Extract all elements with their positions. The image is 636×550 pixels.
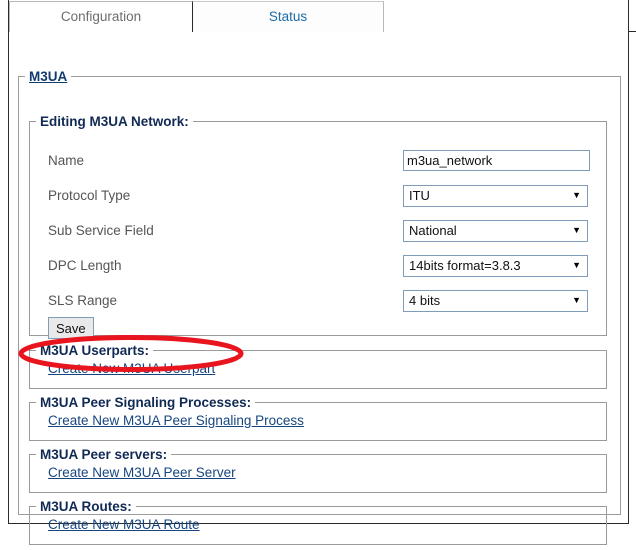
- m3ua-panel: M3UA Editing M3UA Network: Name Protocol…: [18, 69, 621, 545]
- label-sub-service-field: Sub Service Field: [48, 223, 154, 238]
- tab-configuration[interactable]: Configuration: [9, 1, 193, 32]
- create-new-m3ua-userpart-link[interactable]: Create New M3UA Userpart: [48, 361, 215, 376]
- label-name: Name: [48, 153, 85, 168]
- sls-range-value: 4 bits: [409, 293, 441, 308]
- create-new-m3ua-peer-server-link[interactable]: Create New M3UA Peer Server: [48, 465, 236, 480]
- page-frame: M3UA Editing M3UA Network: Name Protocol…: [8, 0, 629, 545]
- tab-configuration-label: Configuration: [60, 9, 142, 24]
- m3ua-routes-legend: M3UA Routes:: [40, 499, 132, 514]
- create-new-m3ua-peer-signaling-process-link[interactable]: Create New M3UA Peer Signaling Process: [48, 413, 304, 428]
- m3ua-peer-servers-legend: M3UA Peer servers:: [40, 447, 168, 462]
- sls-range-select[interactable]: 4 bits ▼: [403, 289, 588, 312]
- editing-m3ua-network-section: Editing M3UA Network: Name Protocol Type…: [29, 114, 607, 339]
- form-row-dpc-length: DPC Length 14bits format=3.8.3 ▼: [30, 248, 606, 283]
- chevron-down-icon: ▼: [572, 190, 581, 200]
- m3ua-routes-section: M3UA Routes: Create New M3UA Route: [29, 499, 607, 545]
- save-row: Save: [48, 317, 94, 339]
- save-button[interactable]: Save: [48, 317, 94, 339]
- m3ua-peer-signaling-processes-legend: M3UA Peer Signaling Processes:: [40, 395, 252, 410]
- m3ua-userparts-section: M3UA Userparts: Create New M3UA Userpart: [29, 343, 607, 389]
- m3ua-peer-signaling-processes-section: M3UA Peer Signaling Processes: Create Ne…: [29, 395, 607, 441]
- editing-m3ua-network-legend: Editing M3UA Network:: [40, 114, 189, 129]
- form-row-sub-service-field: Sub Service Field National ▼: [30, 213, 606, 248]
- m3ua-network-form: Name Protocol Type ITU ▼ Sub Service Fie…: [30, 143, 606, 318]
- name-input[interactable]: [403, 150, 590, 171]
- m3ua-panel-legend-link[interactable]: M3UA: [25, 69, 71, 84]
- tab-status-label: Status: [268, 9, 308, 24]
- protocol-type-value: ITU: [409, 188, 430, 203]
- tab-status[interactable]: Status: [193, 1, 384, 32]
- sub-service-field-select[interactable]: National ▼: [403, 219, 588, 242]
- dpc-length-select[interactable]: 14bits format=3.8.3 ▼: [403, 254, 588, 277]
- chevron-down-icon: ▼: [572, 295, 581, 305]
- dpc-length-value: 14bits format=3.8.3: [409, 258, 521, 273]
- chevron-down-icon: ▼: [572, 260, 581, 270]
- m3ua-userparts-legend: M3UA Userparts:: [40, 343, 150, 358]
- m3ua-peer-servers-section: M3UA Peer servers: Create New M3UA Peer …: [29, 447, 607, 493]
- create-new-m3ua-route-link[interactable]: Create New M3UA Route: [48, 517, 200, 532]
- form-row-protocol-type: Protocol Type ITU ▼: [30, 178, 606, 213]
- form-row-name: Name: [30, 143, 606, 178]
- label-sls-range: SLS Range: [48, 293, 118, 308]
- label-protocol-type: Protocol Type: [48, 188, 131, 203]
- form-row-sls-range: SLS Range 4 bits ▼: [30, 283, 606, 318]
- protocol-type-select[interactable]: ITU ▼: [403, 184, 588, 207]
- chevron-down-icon: ▼: [572, 225, 581, 235]
- sub-service-field-value: National: [409, 223, 457, 238]
- label-dpc-length: DPC Length: [48, 258, 122, 273]
